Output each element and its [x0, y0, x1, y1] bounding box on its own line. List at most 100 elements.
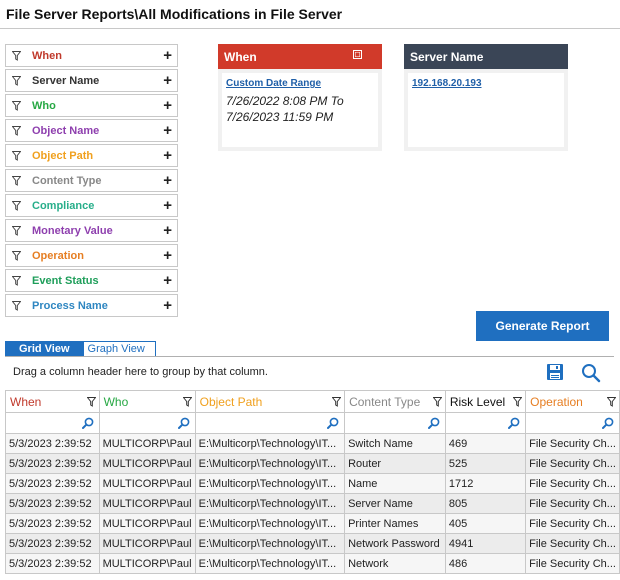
- table-cell: 5/3/2023 2:39:52: [5, 553, 100, 574]
- column-header-content-type[interactable]: Content Type: [344, 390, 446, 413]
- table-cell: MULTICORP\Paul: [98, 513, 196, 534]
- column-label: Who: [103, 394, 129, 409]
- column-header-when[interactable]: When: [5, 390, 100, 413]
- table-row[interactable]: 5/3/2023 2:39:52 MULTICORP\Paul E:\Multico…: [5, 453, 620, 474]
- filter-label: Monetary Value: [32, 224, 113, 237]
- funnel-icon: [12, 175, 22, 186]
- table-cell: MULTICORP\Paul: [98, 473, 196, 494]
- table-cell: File Security Ch...: [525, 513, 620, 534]
- funnel-icon[interactable]: [86, 396, 97, 410]
- search-icon[interactable]: [602, 417, 614, 432]
- plus-icon[interactable]: +: [163, 298, 172, 313]
- column-header-operation[interactable]: Operation: [525, 390, 620, 413]
- column-search-cell[interactable]: [344, 412, 446, 434]
- funnel-icon[interactable]: [606, 396, 617, 410]
- column-search-cell[interactable]: [194, 412, 346, 434]
- table-cell: MULTICORP\Paul: [98, 493, 196, 514]
- grid-header-row: When Who Object Path Content Type Risk Level…: [5, 390, 620, 413]
- column-search-cell[interactable]: [98, 412, 196, 434]
- table-cell: 469: [444, 433, 527, 454]
- tab-graph-view[interactable]: Graph View: [83, 341, 156, 357]
- filter-event-status[interactable]: Event Status +: [5, 269, 178, 292]
- column-search-cell[interactable]: [444, 412, 527, 434]
- table-row[interactable]: 5/3/2023 2:39:52 MULTICORP\Paul E:\Multico…: [5, 493, 620, 514]
- filter-when[interactable]: When +: [5, 44, 178, 67]
- search-icon[interactable]: [581, 363, 601, 383]
- search-icon[interactable]: [81, 417, 94, 432]
- plus-icon[interactable]: +: [163, 223, 172, 238]
- search-icon[interactable]: [177, 417, 190, 432]
- filter-monetary-value[interactable]: Monetary Value +: [5, 219, 178, 242]
- table-cell: Name: [344, 473, 446, 494]
- table-row[interactable]: 5/3/2023 2:39:52 MULTICORP\Paul E:\Multico…: [5, 473, 620, 494]
- filter-who[interactable]: Who +: [5, 94, 178, 117]
- funnel-icon[interactable]: [331, 396, 342, 410]
- custom-date-range-link[interactable]: Custom Date Range: [226, 78, 374, 89]
- collapse-icon[interactable]: [353, 50, 362, 59]
- table-cell: File Security Ch...: [525, 553, 620, 574]
- column-search-cell[interactable]: [525, 412, 620, 434]
- funnel-icon: [12, 125, 22, 136]
- search-icon[interactable]: [427, 417, 440, 432]
- plus-icon[interactable]: +: [163, 98, 172, 113]
- table-cell: File Security Ch...: [525, 473, 620, 494]
- table-cell: MULTICORP\Paul: [98, 433, 196, 454]
- table-row[interactable]: 5/3/2023 2:39:52 MULTICORP\Paul E:\Multico…: [5, 533, 620, 554]
- filter-label: Who: [32, 99, 56, 112]
- generate-report-button[interactable]: Generate Report: [476, 311, 609, 341]
- table-cell: Switch Name: [344, 433, 446, 454]
- column-search-cell[interactable]: [5, 412, 100, 434]
- column-header-who[interactable]: Who: [98, 390, 196, 413]
- table-cell: 5/3/2023 2:39:52: [5, 513, 100, 534]
- filter-compliance[interactable]: Compliance +: [5, 194, 178, 217]
- table-cell: 5/3/2023 2:39:52: [5, 453, 100, 474]
- filter-server-name[interactable]: Server Name +: [5, 69, 178, 92]
- filter-label: Object Path: [32, 149, 94, 162]
- column-header-risk-level[interactable]: Risk Level: [444, 390, 527, 413]
- funnel-icon[interactable]: [512, 396, 523, 410]
- when-card-body: Custom Date Range 7/26/2022 8:08 PM To 7…: [222, 73, 378, 147]
- save-icon[interactable]: [546, 363, 566, 383]
- search-icon[interactable]: [508, 417, 520, 432]
- filter-content-type[interactable]: Content Type +: [5, 169, 178, 192]
- filter-label: Process Name: [32, 299, 108, 312]
- plus-icon[interactable]: +: [163, 48, 172, 63]
- filter-operation[interactable]: Operation +: [5, 244, 178, 267]
- table-cell: E:\Multicorp\Technology\IT...: [194, 513, 346, 534]
- search-icon[interactable]: [327, 417, 339, 432]
- column-label: Object Path: [199, 394, 263, 409]
- funnel-icon: [12, 50, 22, 61]
- plus-icon[interactable]: +: [163, 148, 172, 163]
- filter-process-name[interactable]: Process Name +: [5, 294, 178, 317]
- tab-divider: [5, 356, 614, 357]
- plus-icon[interactable]: +: [163, 273, 172, 288]
- table-cell: 4941: [444, 533, 527, 554]
- funnel-icon: [12, 250, 22, 261]
- table-cell: MULTICORP\Paul: [98, 453, 196, 474]
- plus-icon[interactable]: +: [163, 73, 172, 88]
- table-cell: E:\Multicorp\Technology\IT...: [194, 533, 346, 554]
- funnel-icon[interactable]: [182, 396, 193, 410]
- table-cell: E:\Multicorp\Technology\IT...: [194, 473, 346, 494]
- filter-list: When + Server Name + Who + Object Name + Object …: [5, 44, 178, 319]
- plus-icon[interactable]: +: [163, 198, 172, 213]
- column-header-object-path[interactable]: Object Path: [194, 390, 346, 413]
- plus-icon[interactable]: +: [163, 173, 172, 188]
- tab-grid-view[interactable]: Grid View: [5, 341, 84, 357]
- table-cell: 525: [444, 453, 527, 474]
- plus-icon[interactable]: +: [163, 123, 172, 138]
- filter-object-path[interactable]: Object Path +: [5, 144, 178, 167]
- column-label: Risk Level: [449, 394, 506, 409]
- table-row[interactable]: 5/3/2023 2:39:52 MULTICORP\Paul E:\Multico…: [5, 433, 620, 454]
- table-row[interactable]: 5/3/2023 2:39:52 MULTICORP\Paul E:\Multico…: [5, 553, 620, 574]
- funnel-icon[interactable]: [432, 396, 443, 410]
- table-cell: File Security Ch...: [525, 533, 620, 554]
- filter-object-name[interactable]: Object Name +: [5, 119, 178, 142]
- filter-label: When: [32, 49, 62, 62]
- column-label: When: [10, 394, 42, 409]
- plus-icon[interactable]: +: [163, 248, 172, 263]
- table-cell: E:\Multicorp\Technology\IT...: [194, 453, 346, 474]
- server-ip-link[interactable]: 192.168.20.193: [412, 78, 560, 89]
- table-row[interactable]: 5/3/2023 2:39:52 MULTICORP\Paul E:\Multico…: [5, 513, 620, 534]
- funnel-icon: [12, 225, 22, 236]
